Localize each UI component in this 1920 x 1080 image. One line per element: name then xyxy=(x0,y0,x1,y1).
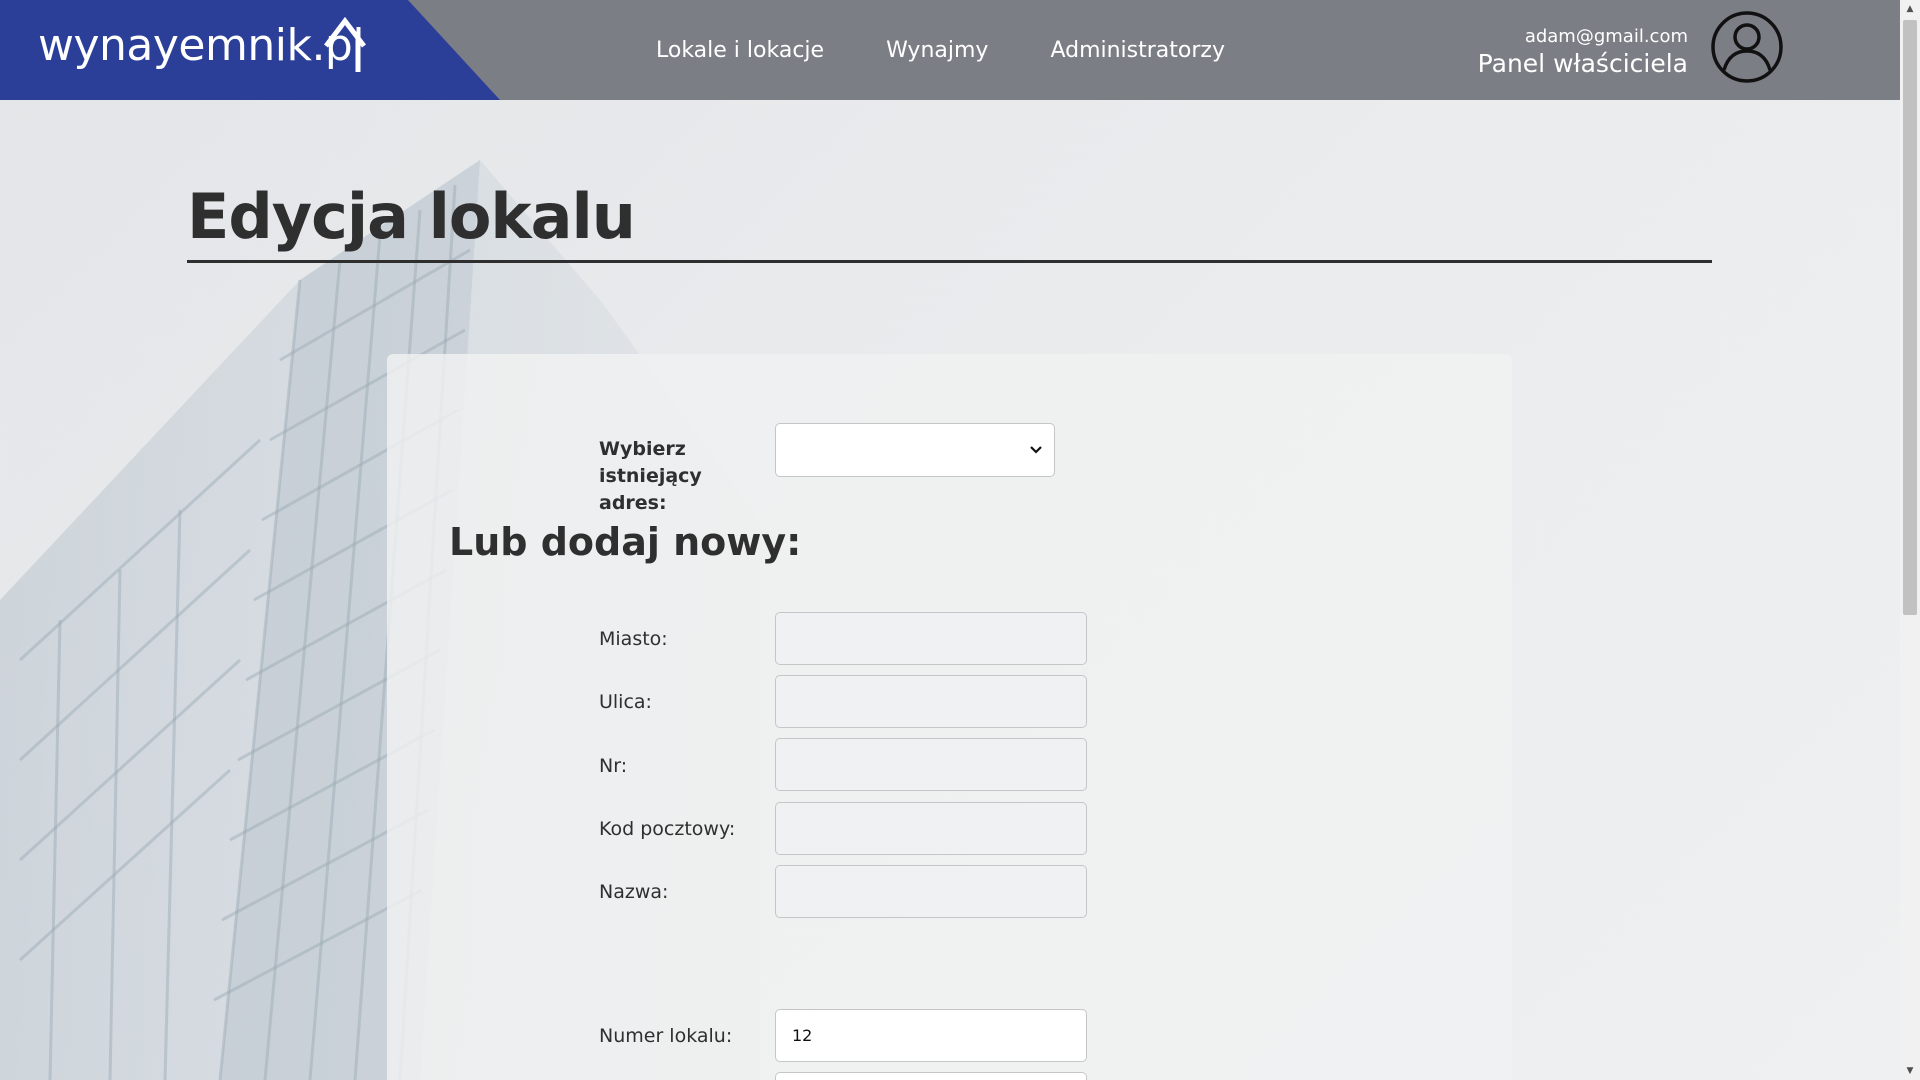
number-label: Nr: xyxy=(599,755,628,777)
nav-item-wynajmy[interactable]: Wynajmy xyxy=(886,38,988,63)
name-input[interactable] xyxy=(775,865,1087,918)
postal-code-input[interactable] xyxy=(775,802,1087,855)
logo-text: wynayemnik.pl xyxy=(38,20,365,71)
scroll-up-arrow-icon[interactable]: ▲ xyxy=(1900,0,1920,18)
top-navigation-bar: wynayemnik.pl Lokale i lokacje Wynajmy A… xyxy=(0,0,1900,100)
existing-address-label: Wybierz istniejący adres: xyxy=(599,438,702,514)
chevron-down-icon xyxy=(1030,446,1042,454)
user-email: adam@gmail.com xyxy=(1524,26,1688,47)
unit-number-label: Numer lokalu: xyxy=(599,1025,733,1047)
city-label: Miasto: xyxy=(599,628,668,650)
page-title: Edycja lokalu xyxy=(187,180,636,253)
main-nav: Lokale i lokacje Wynajmy Administratorzy xyxy=(656,0,1225,100)
name-label: Nazwa: xyxy=(599,881,669,903)
edit-form-panel: Wybierz istniejący adres: Lub dodaj nowy… xyxy=(387,354,1512,1080)
city-input[interactable] xyxy=(775,612,1087,665)
scrollbar-thumb[interactable] xyxy=(1903,20,1917,615)
unit-number-input[interactable] xyxy=(775,1009,1087,1062)
title-divider xyxy=(187,260,1712,263)
vertical-scrollbar[interactable]: ▲ ▼ xyxy=(1900,0,1920,1080)
user-avatar-icon[interactable] xyxy=(1710,10,1784,84)
nav-item-administratorzy[interactable]: Administratorzy xyxy=(1050,38,1225,63)
user-panel-label: Panel właściciela xyxy=(1477,49,1688,78)
user-info: adam@gmail.com Panel właściciela xyxy=(1478,26,1688,80)
scroll-down-arrow-icon[interactable]: ▼ xyxy=(1900,1062,1920,1080)
existing-address-select[interactable] xyxy=(775,423,1055,477)
add-new-heading: Lub dodaj nowy: xyxy=(449,520,802,564)
postal-code-label: Kod pocztowy: xyxy=(599,818,736,840)
street-label: Ulica: xyxy=(599,691,652,713)
house-roof-icon xyxy=(324,16,366,72)
number-input[interactable] xyxy=(775,738,1087,791)
next-field-input[interactable] xyxy=(775,1072,1087,1080)
street-input[interactable] xyxy=(775,675,1087,728)
nav-item-lokale[interactable]: Lokale i lokacje xyxy=(656,38,824,63)
logo[interactable]: wynayemnik.pl xyxy=(0,0,500,100)
